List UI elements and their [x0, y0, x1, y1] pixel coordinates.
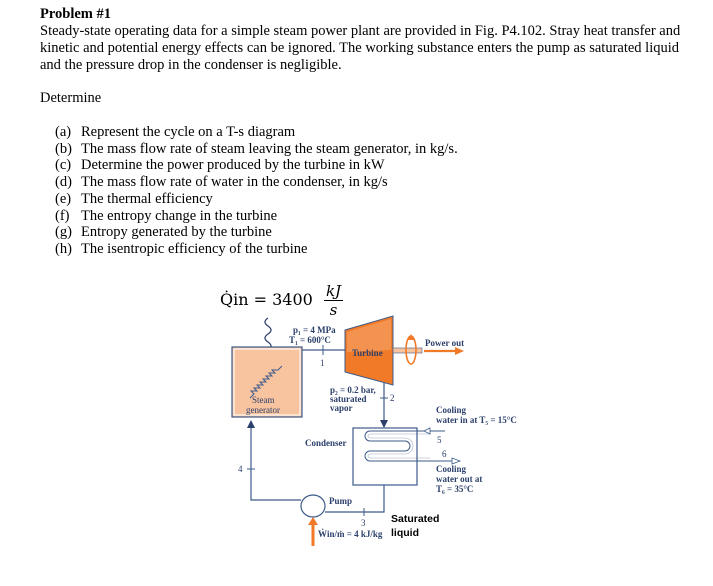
saturated-liquid-note: Saturated liquid: [391, 512, 439, 540]
pipe-4: [250, 422, 301, 501]
state-2-line-3: vapor: [330, 403, 353, 413]
steam-generator-label-2: generator: [246, 405, 280, 415]
state-1-temperature: T₁ = 600°C: [289, 335, 331, 345]
state-2-label: 2: [390, 393, 395, 403]
pump-label: Pump: [329, 496, 352, 506]
saturated-liquid-line-2: liquid: [391, 527, 419, 539]
saturated-liquid-line-1: Saturated: [391, 513, 440, 525]
condenser: [352, 427, 418, 486]
pump: [300, 494, 326, 518]
steam-generator-label-1: Steam: [252, 395, 275, 405]
cooling-out-line-3: T₆ = 35°C: [436, 484, 473, 494]
cooling-in-arrow-icon: [423, 427, 431, 435]
turbine-shaft: [392, 347, 423, 354]
cooling-out-line-2: water out at: [436, 474, 482, 484]
power-plant-diagram: Steam generator 1 p₁ = 4 MPa T₁ = 600°C …: [231, 315, 517, 546]
condenser-label: Condenser: [305, 438, 347, 448]
state-1-label: 1: [320, 358, 325, 368]
state-6-label: 6: [442, 449, 447, 459]
cooling-out-line-1: Cooling: [436, 464, 467, 474]
power-out-label: Power out: [425, 338, 464, 348]
state-3-label: 3: [361, 518, 366, 528]
pump-work-label: Ẇin/ṁ = 4 kJ/kg: [318, 529, 383, 539]
turbine-label: Turbine: [352, 348, 383, 358]
cooling-in-line-1: Cooling: [436, 405, 467, 415]
state-4-label: 4: [238, 464, 243, 474]
state-1-pressure: p₁ = 4 MPa: [293, 325, 336, 335]
cooling-in-line-2: water in at T₅ = 15°C: [436, 415, 517, 425]
state-5-label: 5: [437, 435, 442, 445]
